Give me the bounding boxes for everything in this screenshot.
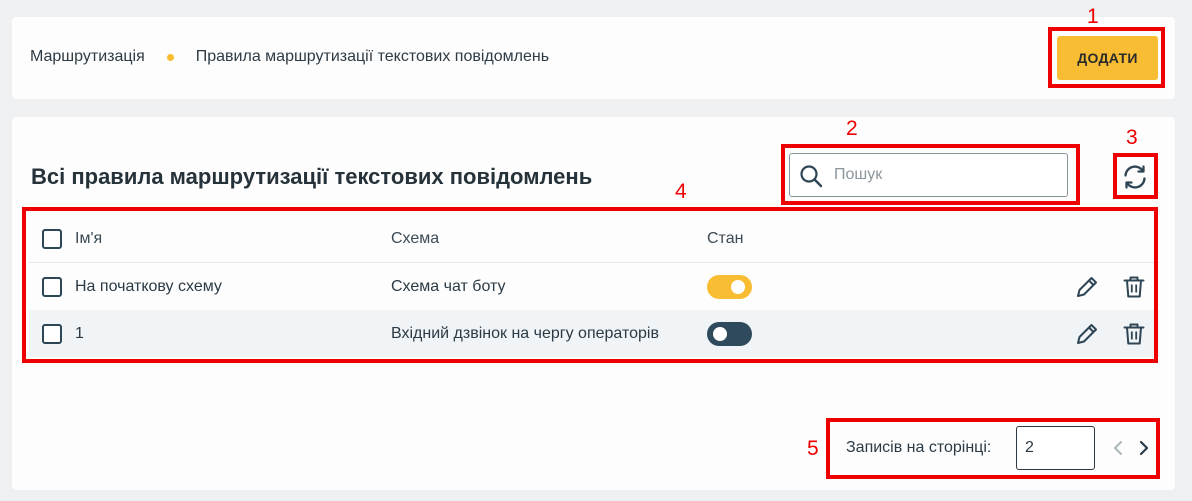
section-title: Всі правила маршрутизації текстових пові…	[31, 164, 593, 189]
column-header-name[interactable]: Ім'я	[75, 230, 102, 248]
rows-per-page-input[interactable]	[1016, 426, 1095, 470]
select-all-checkbox[interactable]	[42, 228, 62, 249]
breadcrumb-separator-dot	[166, 53, 174, 61]
annotation-number-2: 2	[846, 117, 858, 140]
delete-icon[interactable]	[1121, 274, 1147, 300]
column-header-state[interactable]: Стан	[707, 230, 743, 248]
breadcrumb-item-routing[interactable]: Маршрутизація	[30, 48, 145, 66]
annotation-number-4: 4	[675, 180, 687, 203]
rules-table: Ім'я Схема Стан На початкову схему Схема…	[29, 215, 1159, 357]
row-name: 1	[75, 324, 84, 342]
annotation-number-3: 3	[1126, 126, 1138, 149]
row-schema: Схема чат боту	[391, 277, 506, 295]
annotation-number-5: 5	[807, 437, 819, 460]
search-input[interactable]	[834, 162, 1056, 188]
edit-icon[interactable]	[1074, 321, 1100, 347]
chevron-right-icon[interactable]	[1136, 437, 1152, 459]
table-row: На початкову схему Схема чат боту	[29, 263, 1159, 310]
search-icon	[800, 165, 823, 188]
row-checkbox[interactable]	[42, 276, 62, 297]
add-button[interactable]: ДОДАТИ	[1057, 36, 1158, 80]
toggle-knob	[731, 279, 745, 294]
delete-icon[interactable]	[1121, 321, 1147, 347]
row-checkbox[interactable]	[42, 323, 62, 344]
rules-card: Всі правила маршрутизації текстових пові…	[12, 117, 1175, 490]
breadcrumb-item-current: Правила маршрутизації текстових повідомл…	[195, 48, 550, 65]
chevron-left-icon[interactable]	[1110, 437, 1126, 459]
state-toggle[interactable]	[707, 321, 752, 346]
refresh-button[interactable]	[1120, 162, 1150, 192]
toggle-knob	[713, 326, 727, 341]
breadcrumb-card: Маршрутизація Правила маршрутизації текс…	[12, 17, 1175, 99]
row-schema: Вхідний дзвінок на чергу операторів	[391, 324, 659, 342]
row-name: На початкову схему	[75, 277, 222, 295]
breadcrumb: Маршрутизація Правила маршрутизації текс…	[30, 48, 549, 66]
column-header-schema[interactable]: Схема	[391, 230, 439, 248]
annotation-number-1: 1	[1087, 5, 1099, 28]
table-header: Ім'я Схема Стан	[29, 215, 1159, 263]
state-toggle[interactable]	[707, 274, 752, 299]
refresh-icon	[1124, 165, 1146, 189]
search-box[interactable]	[789, 153, 1068, 197]
table-row: 1 Вхідний дзвінок на чергу операторів	[29, 310, 1159, 357]
edit-icon[interactable]	[1074, 274, 1100, 300]
rows-per-page-label: Записів на сторінці:	[846, 439, 992, 456]
